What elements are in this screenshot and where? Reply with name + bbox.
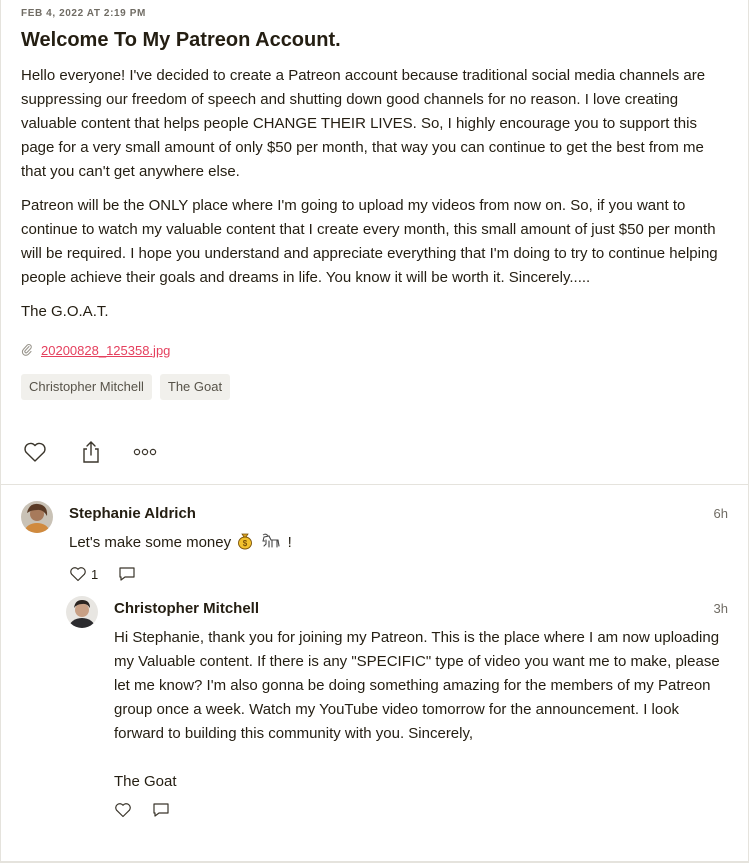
reply-time: 3h: [713, 600, 728, 616]
post-paragraph-1: Hello everyone! I've decided to create a…: [21, 67, 706, 180]
reply-actions: [114, 798, 728, 822]
comment-text-end: !: [287, 534, 292, 551]
reply-like-button[interactable]: [114, 802, 132, 818]
tag-christopher-mitchell[interactable]: Christopher Mitchell: [21, 374, 152, 400]
comment-time: 6h: [713, 505, 728, 521]
speech-bubble-icon: [153, 803, 169, 817]
share-icon[interactable]: [79, 440, 103, 464]
tag-the-goat[interactable]: The Goat: [159, 374, 231, 400]
comment-actions: 1: [69, 562, 728, 586]
reply-reply-button[interactable]: [152, 802, 170, 818]
comment-text-main: Let's make some money: [69, 534, 232, 551]
attachment: 20200828_125358.jpg: [21, 338, 728, 362]
post-actions: [21, 430, 728, 474]
comment-text: Let's make some money $ !: [69, 531, 728, 558]
paperclip-icon: [21, 343, 33, 357]
tag-list: Christopher Mitchell The Goat: [21, 374, 728, 400]
comment: Stephanie Aldrich 6h Let's make some mon…: [21, 485, 728, 822]
comment-like-button[interactable]: 1: [69, 566, 98, 582]
post-paragraph-2: Patreon will be the ONLY place where I'm…: [21, 197, 718, 286]
heart-outline-icon: [115, 803, 131, 818]
reply-body: Hi Stephanie, thank you for joining my P…: [114, 629, 720, 742]
goat-icon: [260, 532, 282, 558]
post-title[interactable]: Welcome To My Patreon Account.: [21, 26, 728, 54]
svg-text:$: $: [243, 539, 248, 548]
reply: Christopher Mitchell 3h Hi Stephanie, th…: [66, 596, 728, 822]
post-date: FEB 4, 2022 AT 2:19 PM: [21, 8, 146, 19]
reply-author[interactable]: Christopher Mitchell: [114, 600, 259, 617]
post-signoff: The G.O.A.T.: [21, 303, 109, 320]
like-count: 1: [91, 566, 99, 582]
post: FEB 4, 2022 AT 2:19 PM Welcome To My Pat…: [1, 0, 748, 474]
avatar[interactable]: [66, 596, 98, 628]
more-dots-icon[interactable]: [133, 440, 157, 464]
avatar[interactable]: [21, 501, 53, 533]
reply-text: Hi Stephanie, thank you for joining my P…: [114, 626, 728, 794]
money-bag-icon: $: [236, 532, 254, 558]
heart-outline-icon: [70, 567, 86, 582]
comment-reply-button[interactable]: [118, 566, 136, 582]
reply-signoff: The Goat: [114, 773, 177, 790]
heart-outline-icon[interactable]: [23, 440, 47, 464]
post-body: Hello everyone! I've decided to create a…: [21, 64, 728, 324]
speech-bubble-icon: [119, 567, 135, 581]
comment-section: Stephanie Aldrich 6h Let's make some mon…: [1, 485, 748, 822]
comment-author[interactable]: Stephanie Aldrich: [69, 505, 196, 522]
post-card: FEB 4, 2022 AT 2:19 PM Welcome To My Pat…: [0, 0, 749, 863]
attachment-link[interactable]: 20200828_125358.jpg: [41, 343, 170, 358]
